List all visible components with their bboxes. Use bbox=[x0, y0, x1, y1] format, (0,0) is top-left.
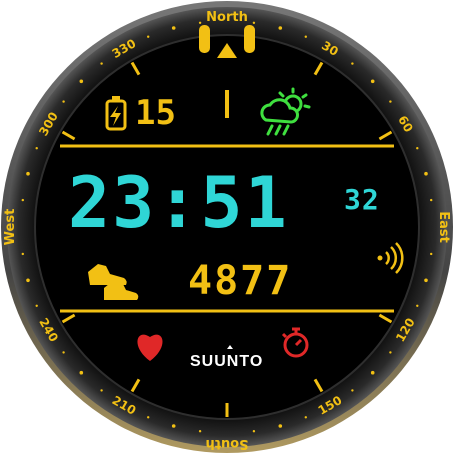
bezel-dot bbox=[351, 62, 354, 65]
bezel-dot bbox=[79, 79, 84, 84]
bezel-dot bbox=[100, 62, 103, 65]
bezel-dot bbox=[171, 424, 176, 428]
east-label: East bbox=[436, 211, 451, 243]
bezel-dot bbox=[100, 389, 103, 392]
bezel-dot bbox=[416, 147, 419, 150]
bezel-dot bbox=[35, 147, 38, 150]
bezel-dot bbox=[198, 430, 202, 433]
bezel-dot bbox=[79, 370, 84, 375]
bezel-dot bbox=[278, 424, 283, 428]
bezel-dot bbox=[278, 26, 283, 30]
bezel-dot bbox=[430, 198, 433, 202]
bezel-dot bbox=[370, 79, 375, 84]
bezel-dot bbox=[171, 26, 176, 30]
bezel-dot bbox=[252, 430, 256, 433]
bezel-dot bbox=[62, 100, 65, 103]
time-seconds: 32 bbox=[344, 183, 380, 216]
bezel-dot bbox=[62, 351, 65, 354]
bezel-dot bbox=[304, 416, 307, 419]
north-label: North bbox=[206, 10, 248, 25]
bezel-dot bbox=[424, 278, 428, 283]
step-count: 4877 bbox=[188, 258, 293, 304]
bezel-dot bbox=[389, 351, 392, 354]
south-label: South bbox=[205, 436, 248, 451]
west-label: West bbox=[3, 209, 18, 246]
bezel-dot bbox=[26, 278, 30, 283]
bezel-dot bbox=[389, 100, 392, 103]
bezel-dot bbox=[370, 370, 375, 375]
bezel-dot bbox=[351, 389, 354, 392]
bezel-dot bbox=[21, 198, 24, 202]
brand-label: SUUNTO bbox=[190, 353, 264, 370]
bezel-dot bbox=[416, 304, 419, 307]
bezel-dot bbox=[26, 171, 30, 176]
bezel-dot bbox=[430, 252, 433, 256]
bezel-dot bbox=[147, 416, 150, 419]
bezel-dot bbox=[252, 21, 256, 24]
time-hours-minutes: 23:51 bbox=[68, 162, 289, 244]
bezel-dot bbox=[424, 171, 428, 176]
bezel-dot bbox=[304, 35, 307, 38]
battery-value: 15 bbox=[135, 93, 176, 133]
bezel-dot bbox=[35, 304, 38, 307]
bezel-dot bbox=[198, 21, 202, 24]
bezel-dot bbox=[147, 35, 150, 38]
bezel-dot bbox=[21, 252, 24, 256]
